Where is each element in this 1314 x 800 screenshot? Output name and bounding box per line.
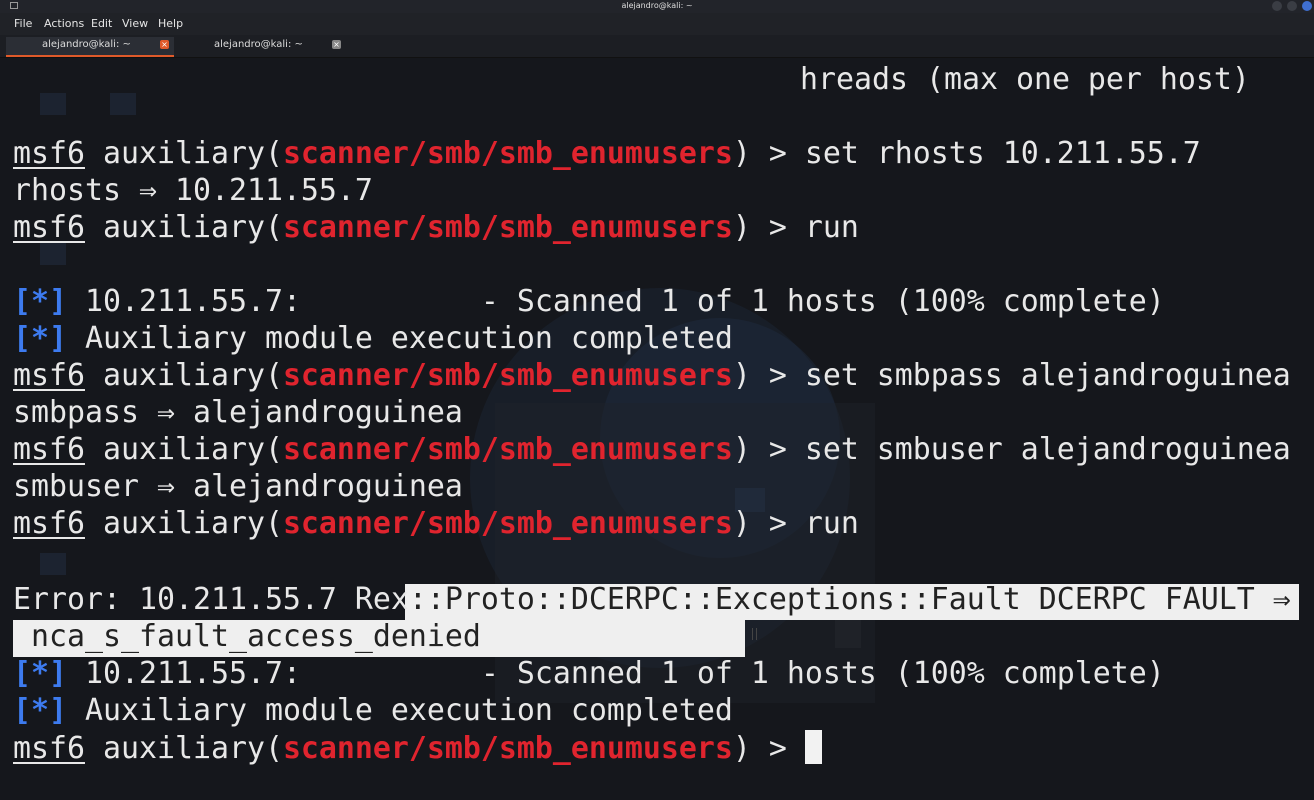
terminal-line: msf6 auxiliary(scanner/smb/smb_enumusers… [13, 210, 859, 246]
menu-bar: File Actions Edit View Help [0, 13, 1314, 35]
window-title: alejandro@kali: ~ [621, 1, 693, 10]
command-text: set smbuser alejandroguinea [804, 432, 1291, 467]
menu-view[interactable]: View [122, 17, 148, 30]
terminal-line: msf6 auxiliary(scanner/smb/smb_enumusers… [13, 358, 1291, 394]
tab-bar: alejandro@kali: ~ × alejandro@kali: ~ × [0, 35, 1314, 58]
menu-actions[interactable]: Actions [44, 17, 84, 30]
menu-file[interactable]: File [14, 17, 32, 30]
command-text: set smbpass alejandroguinea [804, 358, 1291, 393]
maximize-icon[interactable] [1287, 1, 1297, 11]
prompt-module: scanner/smb/smb_enumusers [282, 210, 733, 245]
prompt-prefix: msf6 [13, 506, 85, 541]
prompt-module: scanner/smb/smb_enumusers [282, 136, 733, 171]
terminal-output[interactable]: hreads (max one per host) msf6 auxiliary… [0, 58, 1314, 800]
terminal-line: msf6 auxiliary(scanner/smb/smb_enumusers… [13, 506, 859, 542]
prompt-module: scanner/smb/smb_enumusers [282, 358, 733, 393]
prompt-mid: auxiliary( [84, 731, 283, 766]
tab-terminal-2[interactable]: alejandro@kali: ~ × [180, 37, 346, 55]
terminal-line: rhosts ⇒ 10.211.55.7 [13, 173, 373, 208]
tab-close-icon[interactable]: × [332, 40, 341, 49]
prompt-mid: auxiliary( [84, 506, 283, 541]
tab-terminal-1[interactable]: alejandro@kali: ~ × [6, 37, 174, 57]
prompt-module: scanner/smb/smb_enumusers [282, 731, 733, 766]
prompt-prefix: msf6 [13, 358, 85, 393]
status-marker: [*] [13, 321, 67, 356]
prompt-mid: auxiliary( [84, 136, 283, 171]
minimize-icon[interactable] [1272, 1, 1282, 11]
window-titlebar: alejandro@kali: ~ [0, 0, 1314, 13]
prompt-mid: auxiliary( [84, 432, 283, 467]
tab-close-icon[interactable]: × [160, 40, 169, 49]
text-cursor-icon [752, 628, 757, 640]
command-text: run [804, 210, 859, 245]
command-text: run [804, 506, 859, 541]
terminal-line: [*] 10.211.55.7: - Scanned 1 of 1 hosts … [13, 284, 1165, 320]
terminal-line[interactable]: msf6 auxiliary(scanner/smb/smb_enumusers… [13, 730, 822, 766]
menu-edit[interactable]: Edit [91, 17, 112, 30]
prompt-mid: auxiliary( [84, 210, 283, 245]
terminal-line: smbuser ⇒ alejandroguinea [13, 469, 463, 504]
selected-error-text: ::Proto::DCERPC::Exceptions::Fault DCERP… [408, 582, 1291, 617]
output-text: 10.211.55.7: - Scanned 1 of 1 hosts (100… [67, 284, 1165, 319]
terminal-line: Error: 10.211.55.7 Rex::Proto::DCERPC::E… [13, 582, 1291, 618]
tab-label: alejandro@kali: ~ [42, 39, 131, 50]
output-text: Auxiliary module execution completed [67, 321, 733, 356]
terminal-line: [*] 10.211.55.7: - Scanned 1 of 1 hosts … [13, 656, 1165, 692]
output-text: 10.211.55.7: - Scanned 1 of 1 hosts (100… [67, 656, 1165, 691]
prompt-prefix: msf6 [13, 432, 85, 467]
menu-help[interactable]: Help [158, 17, 183, 30]
terminal-line: hreads (max one per host) [800, 62, 1250, 97]
close-icon[interactable] [1302, 1, 1312, 11]
status-marker: [*] [13, 693, 67, 728]
prompt-module: scanner/smb/smb_enumusers [282, 432, 733, 467]
prompt-end: ) > [732, 506, 805, 541]
output-text: Auxiliary module execution completed [67, 693, 733, 728]
prompt-prefix: msf6 [13, 731, 85, 766]
prompt-end: ) > [732, 358, 805, 393]
terminal-line: [*] Auxiliary module execution completed [13, 693, 733, 729]
status-marker: [*] [13, 656, 67, 691]
terminal-line: [*] Auxiliary module execution completed [13, 321, 733, 357]
terminal-line: msf6 auxiliary(scanner/smb/smb_enumusers… [13, 432, 1291, 468]
error-text: Error: 10.211.55.7 Rex [13, 582, 409, 617]
prompt-mid: auxiliary( [84, 358, 283, 393]
prompt-prefix: msf6 [13, 210, 85, 245]
prompt-prefix: msf6 [13, 136, 85, 171]
prompt-end: ) > [732, 136, 805, 171]
status-marker: [*] [13, 284, 67, 319]
terminal-line: msf6 auxiliary(scanner/smb/smb_enumusers… [13, 136, 1201, 172]
command-text: set rhosts 10.211.55.7 [804, 136, 1201, 171]
terminal-line: nca_s_fault_access_denied [13, 619, 481, 655]
selected-error-text: nca_s_fault_access_denied [13, 619, 481, 654]
terminal-line: smbpass ⇒ alejandroguinea [13, 395, 463, 430]
prompt-end: ) > [732, 210, 805, 245]
prompt-end: ) > [732, 731, 805, 766]
tab-label: alejandro@kali: ~ [214, 39, 303, 50]
prompt-module: scanner/smb/smb_enumusers [282, 506, 733, 541]
terminal-cursor[interactable] [804, 730, 822, 764]
prompt-end: ) > [732, 432, 805, 467]
